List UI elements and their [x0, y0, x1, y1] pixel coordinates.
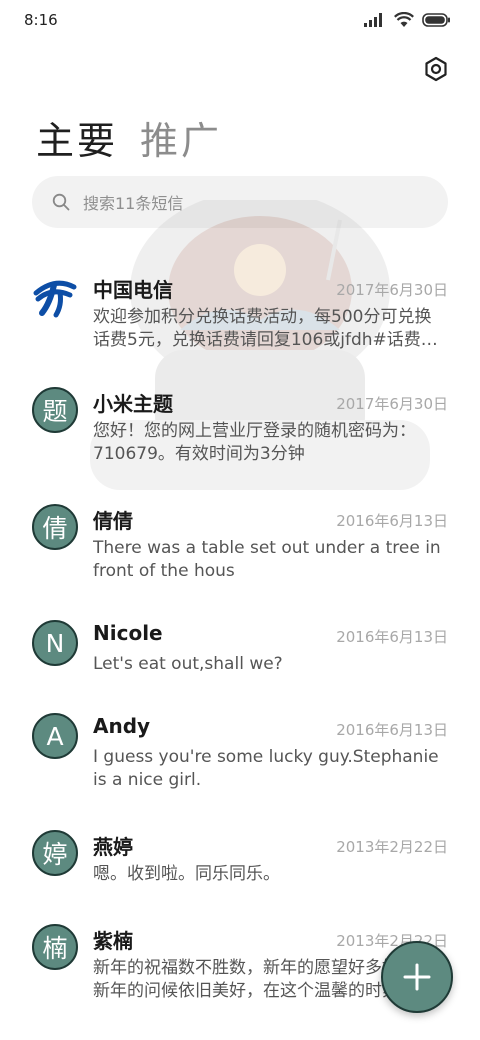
conversation-name: 倩倩	[93, 509, 133, 533]
conversation-preview: 欢迎参加积分兑换话费活动，每500分可兑换话费5元，兑换话费请回复106或jfd…	[93, 307, 438, 350]
conversation-name: 中国电信	[93, 278, 173, 302]
conversation-name: Andy	[93, 714, 151, 738]
status-bar: 8:16	[0, 0, 480, 44]
status-icons	[364, 12, 450, 27]
wifi-icon	[394, 12, 414, 27]
conversation-item[interactable]: 题 小米主题 2017年6月30日 您好！您的网上营业厅登录的随机密码为：710…	[0, 364, 480, 474]
conversation-preview: I guess you're some lucky guy.Stephanie …	[93, 747, 439, 790]
tab-bar: 主要 推广	[36, 110, 222, 165]
conversation-date: 2017年6月30日	[336, 281, 448, 299]
signal-icon	[364, 12, 382, 27]
avatar: N	[32, 620, 78, 666]
avatar: 题	[32, 387, 78, 433]
hexagon-settings-icon	[425, 56, 447, 82]
conversation-name: 小米主题	[93, 392, 173, 416]
tab-primary[interactable]: 主要	[36, 110, 118, 165]
tab-promotions[interactable]: 推广	[140, 110, 222, 165]
conversation-item[interactable]: A Andy 2016年6月13日 I guess you're some lu…	[0, 690, 480, 800]
conversation-item[interactable]: 中国电信 2017年6月30日 欢迎参加积分兑换话费活动，每500分可兑换话费5…	[0, 250, 480, 360]
status-time: 8:16	[24, 11, 58, 29]
conversation-item[interactable]: 倩 倩倩 2016年6月13日 There was a table set ou…	[0, 481, 480, 591]
conversation-date: 2013年2月22日	[336, 838, 448, 856]
china-telecom-logo-icon	[32, 273, 78, 319]
conversation-name: 燕婷	[93, 835, 133, 859]
conversation-preview: 嗯。收到啦。同乐同乐。	[93, 864, 280, 884]
conversation-preview: Let's eat out,shall we?	[93, 654, 283, 674]
conversation-date: 2016年6月13日	[336, 721, 448, 739]
avatar: 楠	[32, 924, 78, 970]
conversation-preview: There was a table set out under a tree i…	[93, 538, 441, 581]
settings-button[interactable]	[420, 53, 452, 85]
conversation-name: Nicole	[93, 621, 163, 645]
avatar: 倩	[32, 504, 78, 550]
avatar: A	[32, 713, 78, 759]
compose-button[interactable]	[381, 941, 453, 1013]
conversation-name: 紫楠	[93, 929, 133, 953]
conversation-date: 2016年6月13日	[336, 628, 448, 646]
plus-icon	[403, 963, 431, 991]
battery-icon	[422, 12, 450, 27]
conversation-date: 2016年6月13日	[336, 512, 448, 530]
conversation-preview: 您好！您的网上营业厅登录的随机密码为：710679。有效时间为3分钟	[93, 421, 416, 464]
avatar: 婷	[32, 830, 78, 876]
conversation-date: 2017年6月30日	[336, 395, 448, 413]
